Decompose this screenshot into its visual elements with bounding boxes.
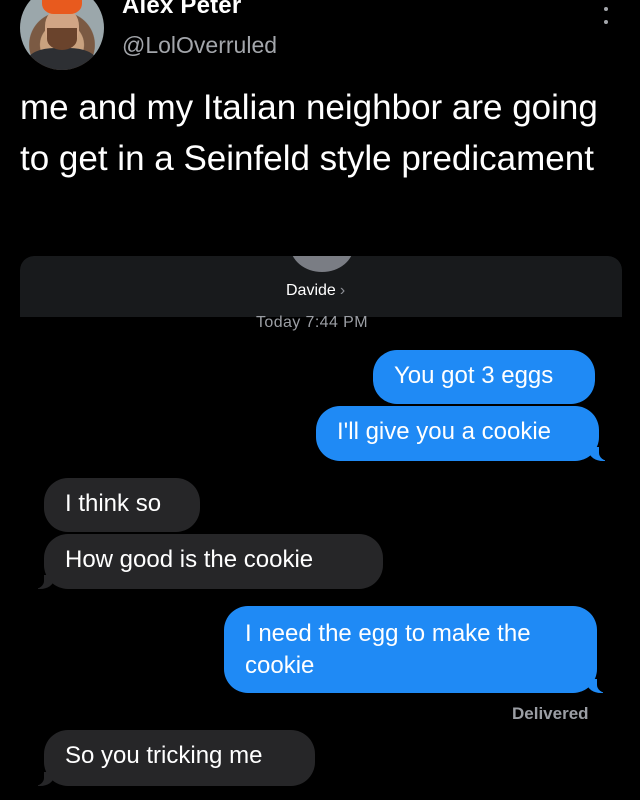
message-text: I'll give you a cookie <box>337 418 552 445</box>
author-handle[interactable]: @LolOverruled <box>122 32 277 59</box>
more-vertical-icon[interactable] <box>598 0 614 24</box>
message-text: So you tricking me <box>65 742 263 769</box>
contact-avatar <box>290 256 354 272</box>
tweet-text: me and my Italian neighbor are going to … <box>20 88 598 178</box>
conversation-header: Davide › <box>20 256 622 317</box>
message-bubble-incoming: How good is the cookie <box>30 534 383 589</box>
chevron-right-icon: › <box>339 282 346 299</box>
message-bubble-outgoing: I'll give you a cookie <box>316 406 613 461</box>
embedded-screenshot[interactable]: Davide › Today 7:44 PM You got 3 eggs I'l… <box>20 256 622 800</box>
message-text: I need the egg to make the cookie <box>245 620 531 679</box>
message-bubble-outgoing: I need the egg to make the cookie <box>224 606 611 693</box>
message-timestamp: Today 7:44 PM <box>256 314 368 331</box>
contact-name: Davide <box>286 282 336 299</box>
message-text: How good is the cookie <box>65 546 314 573</box>
contact-name-row: Davide › <box>286 282 345 300</box>
message-bubble-outgoing: You got 3 eggs <box>373 350 595 404</box>
author-name[interactable]: Alex Peter <box>122 0 241 20</box>
message-bubble-incoming: I think so <box>44 478 200 532</box>
profile-avatar[interactable] <box>20 0 104 70</box>
delivered-status: Delivered <box>512 704 589 723</box>
message-bubble-incoming: So you tricking me <box>30 730 315 786</box>
